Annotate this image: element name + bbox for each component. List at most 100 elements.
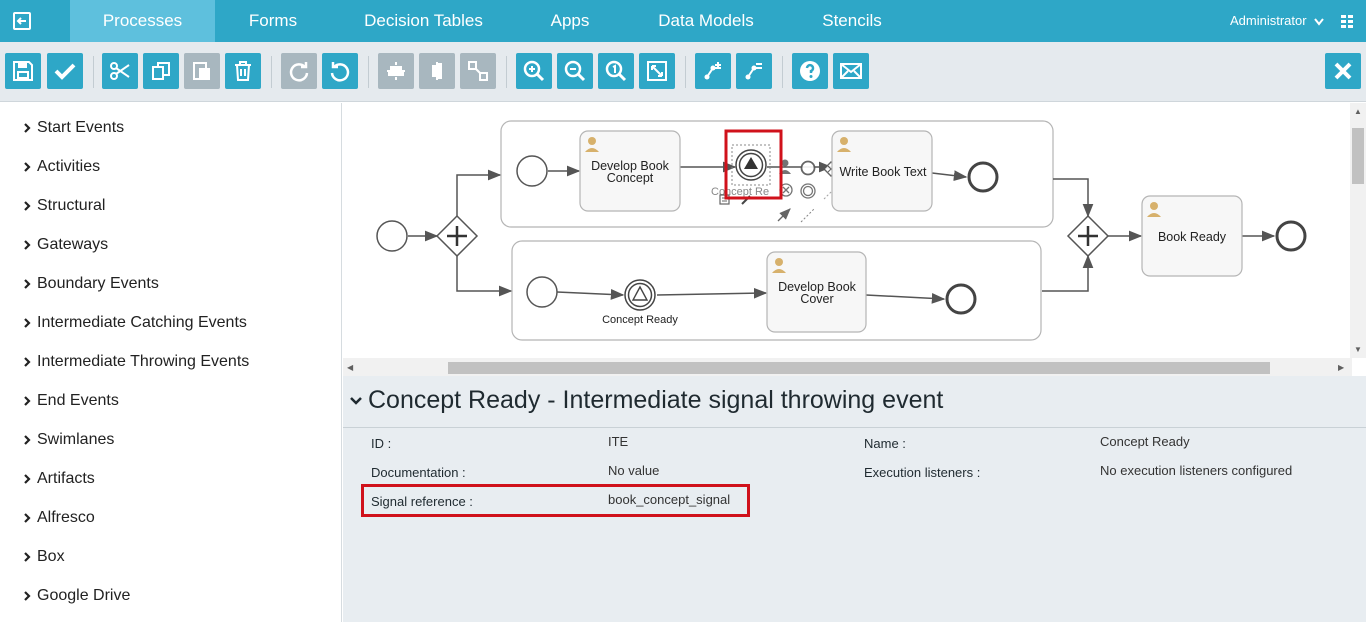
help-icon <box>800 61 820 81</box>
feedback-button[interactable] <box>833 53 869 89</box>
tab-decision-tables[interactable]: Decision Tables <box>350 0 497 42</box>
user-menu[interactable]: Administrator <box>1230 0 1307 42</box>
tab-processes[interactable]: Processes <box>70 0 215 48</box>
user-task-develop-concept[interactable]: Develop Book Concept <box>579 130 681 212</box>
parallel-gateway-join[interactable] <box>1066 214 1110 258</box>
chevron-down-icon[interactable] <box>1314 18 1324 26</box>
scroll-down-icon[interactable]: ▼ <box>1354 345 1362 354</box>
chevron-right-icon <box>24 240 31 250</box>
tab-apps[interactable]: Apps <box>532 0 608 42</box>
start-event[interactable] <box>516 155 548 187</box>
palette-group-structural[interactable]: Structural <box>22 195 105 217</box>
sequence-flow[interactable] <box>1042 254 1094 292</box>
end-event-icon[interactable] <box>800 160 816 176</box>
parallel-gateway-split[interactable] <box>435 214 479 258</box>
end-event[interactable] <box>1275 220 1307 252</box>
palette-group-end-events[interactable]: End Events <box>22 390 119 412</box>
id-value[interactable]: ITE <box>608 434 628 449</box>
align-vertical-button[interactable] <box>419 53 455 89</box>
exit-icon <box>13 12 31 30</box>
redo-button[interactable] <box>281 53 317 89</box>
feedback-icon <box>840 63 862 79</box>
cut-button[interactable] <box>102 53 138 89</box>
delete-button[interactable] <box>225 53 261 89</box>
zoom-fit-button[interactable] <box>639 53 675 89</box>
palette-group-label: Gateways <box>37 236 109 253</box>
sequence-flow[interactable] <box>456 256 513 297</box>
palette-group-intermediate-throwing-events[interactable]: Intermediate Throwing Events <box>22 351 249 373</box>
close-editor-button[interactable] <box>1325 53 1361 89</box>
palette-group-label: Boundary Events <box>37 275 159 292</box>
chevron-right-icon <box>24 435 31 445</box>
tab-stencils[interactable]: Stencils <box>805 0 899 42</box>
documentation-value[interactable]: No value <box>608 463 659 478</box>
scroll-left-icon[interactable]: ◀ <box>347 363 353 372</box>
palette-group-alfresco[interactable]: Alfresco <box>22 507 95 529</box>
user-task-book-ready[interactable]: Book Ready <box>1141 195 1243 277</box>
palette-group-artifacts[interactable]: Artifacts <box>22 468 95 490</box>
palette-group-intermediate-catching-events[interactable]: Intermediate Catching Events <box>22 312 247 334</box>
horizontal-scrollbar-thumb[interactable] <box>448 362 1270 374</box>
highlight-box <box>361 484 750 517</box>
intermediate-event-icon[interactable] <box>800 183 816 199</box>
chevron-down-icon[interactable] <box>349 396 363 406</box>
palette-group-label: Google Drive <box>37 587 131 604</box>
palette-group-label: Activities <box>37 158 101 175</box>
end-event[interactable] <box>945 283 977 315</box>
tab-data-models[interactable]: Data Models <box>643 0 769 42</box>
shape-palette: Start Events Activities Structural Gatew… <box>0 103 342 622</box>
name-value[interactable]: Concept Ready <box>1100 434 1190 449</box>
bendpoint-add-icon <box>704 62 721 80</box>
palette-group-box[interactable]: Box <box>22 546 65 568</box>
tab-forms[interactable]: Forms <box>231 0 315 42</box>
start-event[interactable] <box>376 220 408 252</box>
validate-button[interactable] <box>47 53 83 89</box>
save-button[interactable] <box>5 53 41 89</box>
redo-icon <box>289 62 309 82</box>
bendpoint-add-button[interactable] <box>695 53 731 89</box>
end-event[interactable] <box>967 161 999 193</box>
copy-button[interactable] <box>143 53 179 89</box>
documentation-label: Documentation : <box>371 465 466 480</box>
same-size-button[interactable] <box>460 53 496 89</box>
zoom-out-button[interactable] <box>557 53 593 89</box>
chevron-right-icon <box>24 201 31 211</box>
palette-group-start-events[interactable]: Start Events <box>22 117 124 139</box>
palette-group-boundary-events[interactable]: Boundary Events <box>22 273 159 295</box>
scroll-right-icon[interactable]: ▶ <box>1338 363 1344 372</box>
user-task-write-text[interactable]: Write Book Text <box>831 130 933 212</box>
align-horizontal-button[interactable] <box>378 53 414 89</box>
validate-icon <box>54 63 76 80</box>
toolbar-separator <box>685 56 686 88</box>
zoom-actual-button[interactable] <box>598 53 634 89</box>
zoom-in-button[interactable] <box>516 53 552 89</box>
bpmn-diagram[interactable]: Develop Book Concept Concept Re Write Bo… <box>343 103 1350 358</box>
sequence-flow[interactable] <box>456 169 502 216</box>
palette-group-gateways[interactable]: Gateways <box>22 234 108 256</box>
start-event[interactable] <box>526 276 558 308</box>
palette-group-google-drive[interactable]: Google Drive <box>22 585 130 607</box>
help-button[interactable] <box>792 53 828 89</box>
id-label: ID : <box>371 436 392 451</box>
app-grid-icon[interactable] <box>1341 15 1354 28</box>
copy-icon <box>152 62 170 80</box>
zoom-in-icon <box>523 60 545 82</box>
bendpoint-remove-button[interactable] <box>736 53 772 89</box>
user-task-develop-cover[interactable]: Develop Book Cover <box>766 251 867 333</box>
palette-group-label: Swimlanes <box>37 431 115 448</box>
vertical-scrollbar-thumb[interactable] <box>1352 128 1364 184</box>
chevron-right-icon <box>24 123 31 133</box>
diagram-canvas[interactable]: Develop Book Concept Concept Re Write Bo… <box>343 103 1366 376</box>
align-vertical-icon <box>432 62 442 80</box>
undo-button[interactable] <box>322 53 358 89</box>
back-button[interactable] <box>0 0 44 42</box>
palette-group-label: Artifacts <box>37 470 95 487</box>
palette-group-activities[interactable]: Activities <box>22 156 100 178</box>
paste-button[interactable] <box>184 53 220 89</box>
scroll-up-icon[interactable]: ▲ <box>1354 107 1362 116</box>
palette-group-swimlanes[interactable]: Swimlanes <box>22 429 114 451</box>
app-root: Processes Forms Decision Tables Apps Dat… <box>0 0 1366 622</box>
execution-listeners-value[interactable]: No execution listeners configured <box>1100 463 1292 478</box>
sequence-flow[interactable] <box>1053 178 1094 218</box>
chevron-right-icon <box>24 357 31 367</box>
